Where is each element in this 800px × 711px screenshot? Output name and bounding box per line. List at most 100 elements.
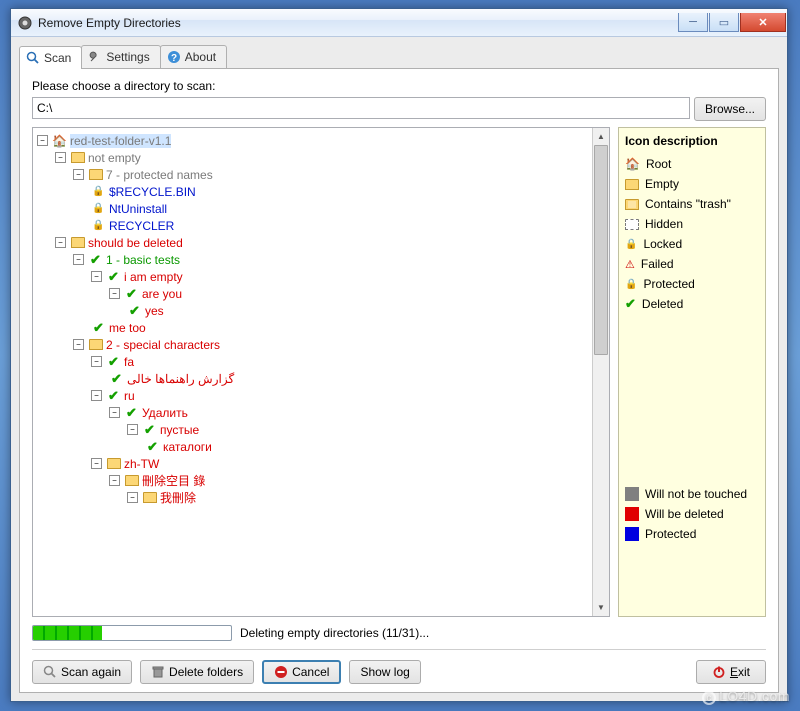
collapse-icon[interactable]: − [127, 424, 138, 435]
collapse-icon[interactable]: − [91, 271, 102, 282]
legend-will-delete: Will be deleted [625, 504, 759, 524]
exit-button[interactable]: Exit [696, 660, 766, 684]
tree-recycle-bin[interactable]: 🔒$RECYCLE.BIN [91, 183, 590, 200]
tab-scan-label: Scan [44, 51, 71, 65]
app-window: Remove Empty Directories Scan Settings [10, 8, 788, 702]
cancel-button[interactable]: Cancel [262, 660, 341, 684]
legend-label: Locked [643, 237, 682, 251]
folder-icon [625, 179, 639, 190]
tree-fa-child[interactable]: ✔گزارش راهنماها خالی [109, 370, 590, 387]
show-log-button[interactable]: Show log [349, 660, 420, 684]
scroll-up-icon[interactable]: ▲ [593, 128, 609, 145]
collapse-icon[interactable]: − [91, 458, 102, 469]
tab-settings[interactable]: Settings [81, 45, 160, 68]
node-label: zh-TW [124, 457, 159, 471]
tree-special-chars[interactable]: −2 - special characters [73, 336, 590, 353]
button-label: Show log [360, 665, 409, 679]
button-row: Scan again Delete folders Cancel Show lo… [32, 660, 766, 684]
node-label: me too [109, 321, 146, 335]
check-icon: ✔ [106, 355, 121, 368]
scan-again-button[interactable]: Scan again [32, 660, 132, 684]
tree-yes[interactable]: ✔yes [127, 302, 590, 319]
button-label: Scan again [61, 665, 121, 679]
tree-zh2[interactable]: −我刪除 [127, 489, 590, 506]
tree-zh1[interactable]: − 刪除空目 錄 [109, 472, 590, 489]
tab-strip: Scan Settings ? About [19, 45, 779, 69]
tree-zh[interactable]: − zh-TW [91, 455, 590, 472]
tree-scrollbar[interactable]: ▲ ▼ [592, 128, 609, 616]
browse-label: Browse... [705, 102, 755, 116]
lock-icon: 🔒 [91, 202, 106, 215]
tree-i-am-empty[interactable]: −✔i am empty [91, 268, 590, 285]
collapse-icon[interactable]: − [37, 135, 48, 146]
browse-button[interactable]: Browse... [694, 97, 766, 121]
legend-failed: ⚠Failed [625, 254, 759, 274]
collapse-icon[interactable]: − [73, 254, 84, 265]
tree-ru[interactable]: −✔ru [91, 387, 590, 404]
node-label: fa [124, 355, 134, 369]
titlebar[interactable]: Remove Empty Directories [11, 9, 787, 37]
tree-ru1[interactable]: −✔Удалить [109, 404, 590, 421]
blue-swatch [625, 527, 639, 541]
tree-recycler[interactable]: 🔒RECYCLER [91, 217, 590, 234]
collapse-icon[interactable]: − [109, 475, 120, 486]
collapse-icon[interactable]: − [73, 169, 84, 180]
status-row: Deleting empty directories (11/31)... [32, 625, 766, 641]
minimize-button[interactable] [678, 13, 708, 32]
progress-fill [33, 626, 102, 640]
folder-icon [71, 152, 85, 163]
collapse-icon[interactable]: − [91, 390, 102, 401]
check-icon: ✔ [109, 372, 124, 385]
collapse-icon[interactable]: − [73, 339, 84, 350]
collapse-icon[interactable]: − [55, 237, 66, 248]
tree-should-be-deleted[interactable]: −should be deleted [55, 234, 590, 251]
collapse-icon[interactable]: − [127, 492, 138, 503]
legend-label: Deleted [642, 297, 683, 311]
tree-ru3[interactable]: ✔каталоги [145, 438, 590, 455]
scroll-thumb[interactable] [594, 145, 608, 355]
legend-label: Will be deleted [645, 507, 724, 521]
tab-about[interactable]: ? About [160, 45, 227, 68]
directory-tree[interactable]: −red-test-folder-v1.1 −not empty −7 - pr… [33, 128, 592, 616]
node-label: $RECYCLE.BIN [109, 185, 196, 199]
maximize-button[interactable] [709, 13, 739, 32]
tab-scan[interactable]: Scan [19, 46, 82, 69]
collapse-icon[interactable]: − [55, 152, 66, 163]
tree-are-you[interactable]: −✔are you [109, 285, 590, 302]
lock-icon: 🔒 [91, 185, 106, 198]
app-icon [17, 15, 33, 31]
tree-ru2[interactable]: −✔пустые [127, 421, 590, 438]
legend-label: Failed [641, 257, 674, 271]
tree-ntuninstall[interactable]: 🔒NtUninstall [91, 200, 590, 217]
path-input[interactable] [32, 97, 690, 119]
collapse-icon[interactable]: − [109, 288, 120, 299]
close-button[interactable] [740, 13, 786, 32]
tab-about-label: About [185, 50, 216, 64]
collapse-icon[interactable]: − [91, 356, 102, 367]
node-label: not empty [88, 151, 141, 165]
tree-fa[interactable]: −✔fa [91, 353, 590, 370]
collapse-icon[interactable]: − [109, 407, 120, 418]
tree-protected-names[interactable]: − 7 - protected names [73, 166, 590, 183]
legend-label: Protected [643, 277, 694, 291]
wrench-icon [88, 50, 102, 64]
legend-trash: Contains "trash" [625, 194, 759, 214]
node-label: 刪除空目 錄 [142, 472, 205, 489]
legend-empty: Empty [625, 174, 759, 194]
svg-text:?: ? [171, 53, 177, 64]
tree-not-empty[interactable]: − not empty [55, 149, 590, 166]
tree-me-too[interactable]: ✔me too [91, 319, 590, 336]
legend-label: Root [646, 157, 671, 171]
node-label: 7 - protected names [106, 168, 213, 182]
delete-folders-button[interactable]: Delete folders [140, 660, 254, 684]
button-label: Cancel [292, 665, 329, 679]
node-label: Удалить [142, 406, 188, 420]
tree-basic-tests[interactable]: −✔1 - basic tests [73, 251, 590, 268]
legend-title: Icon description [625, 134, 759, 148]
legend-locked: 🔒Locked [625, 234, 759, 254]
node-label: NtUninstall [109, 202, 167, 216]
magnifier-icon [26, 51, 40, 65]
tree-root[interactable]: −red-test-folder-v1.1 [37, 132, 590, 149]
scroll-down-icon[interactable]: ▼ [593, 599, 609, 616]
legend-root: Root [625, 154, 759, 174]
